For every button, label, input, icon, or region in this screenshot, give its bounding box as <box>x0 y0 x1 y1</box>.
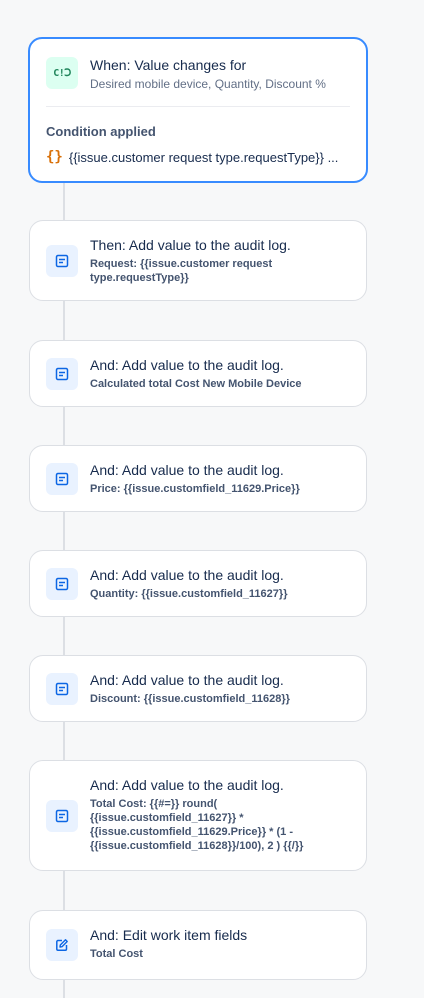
action-detail: Total Cost: {{#=}} round( {{issue.custom… <box>90 798 304 852</box>
condition-label: Condition applied <box>46 124 156 139</box>
audit-log-icon <box>46 463 78 495</box>
action-detail: Price: {{issue.customfield_11629.Price}} <box>90 483 300 495</box>
value-change-icon: C!Ↄ <box>46 57 78 89</box>
action-card-edit-fields[interactable]: And: Edit work item fields Total Cost <box>29 910 367 980</box>
action-title: And: Add value to the audit log. <box>90 672 284 688</box>
action-card-audit-log[interactable]: And: Add value to the audit log. Quantit… <box>29 550 367 617</box>
action-card-audit-log[interactable]: Then: Add value to the audit log. Reques… <box>29 220 367 301</box>
trigger-fields: Desired mobile device, Quantity, Discoun… <box>90 77 326 91</box>
edit-icon <box>46 929 78 961</box>
trigger-card[interactable]: C!Ↄ When: Value changes for Desired mobi… <box>28 37 368 183</box>
action-detail: Total Cost <box>90 948 143 960</box>
action-title: And: Edit work item fields <box>90 927 248 943</box>
action-detail: Quantity: {{issue.customfield_11627}} <box>90 588 288 600</box>
action-card-audit-log[interactable]: And: Add value to the audit log. Calcula… <box>29 340 367 407</box>
condition-text: {{issue.customer request type.requestTyp… <box>68 149 339 165</box>
action-title: And: Add value to the audit log. <box>90 462 284 478</box>
audit-log-icon <box>46 568 78 600</box>
action-title: And: Add value to the audit log. <box>90 567 284 583</box>
action-card-audit-log[interactable]: And: Add value to the audit log. Discoun… <box>29 655 367 722</box>
action-detail: Request: {{issue.customer request type.r… <box>90 258 273 284</box>
condition-row: {} {{issue.customer request type.request… <box>46 149 338 165</box>
action-card-audit-log[interactable]: And: Add value to the audit log. Total C… <box>29 760 367 871</box>
audit-log-icon <box>46 800 78 832</box>
action-detail: Discount: {{issue.customfield_11628}} <box>90 693 290 705</box>
action-title: And: Add value to the audit log. <box>90 357 284 373</box>
action-title: Then: Add value to the audit log. <box>90 237 291 253</box>
audit-log-icon <box>46 358 78 390</box>
trigger-title: When: Value changes for <box>90 57 247 73</box>
braces-icon: {} <box>46 149 63 165</box>
divider <box>46 106 350 107</box>
action-card-audit-log[interactable]: And: Add value to the audit log. Price: … <box>29 445 367 512</box>
audit-log-icon <box>46 673 78 705</box>
audit-log-icon <box>46 245 78 277</box>
action-detail: Calculated total Cost New Mobile Device <box>90 378 302 390</box>
action-title: And: Add value to the audit log. <box>90 777 284 793</box>
